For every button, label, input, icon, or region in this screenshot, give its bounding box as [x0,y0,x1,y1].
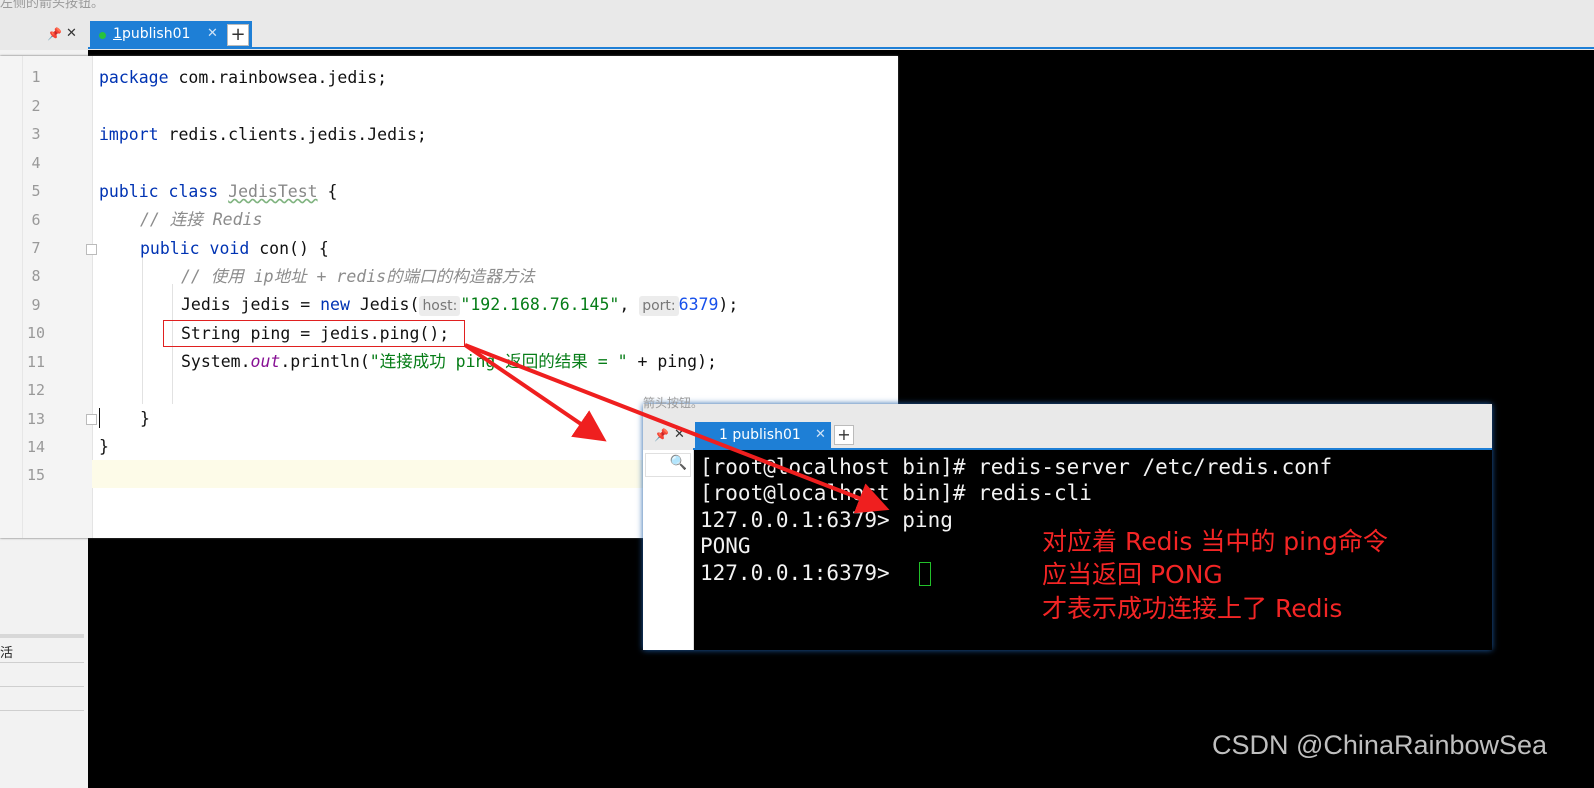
arrow-to-ping [464,343,890,514]
annotation-arrows [463,343,890,514]
watermark: CSDN @ChinaRainbowSea [1212,730,1548,760]
